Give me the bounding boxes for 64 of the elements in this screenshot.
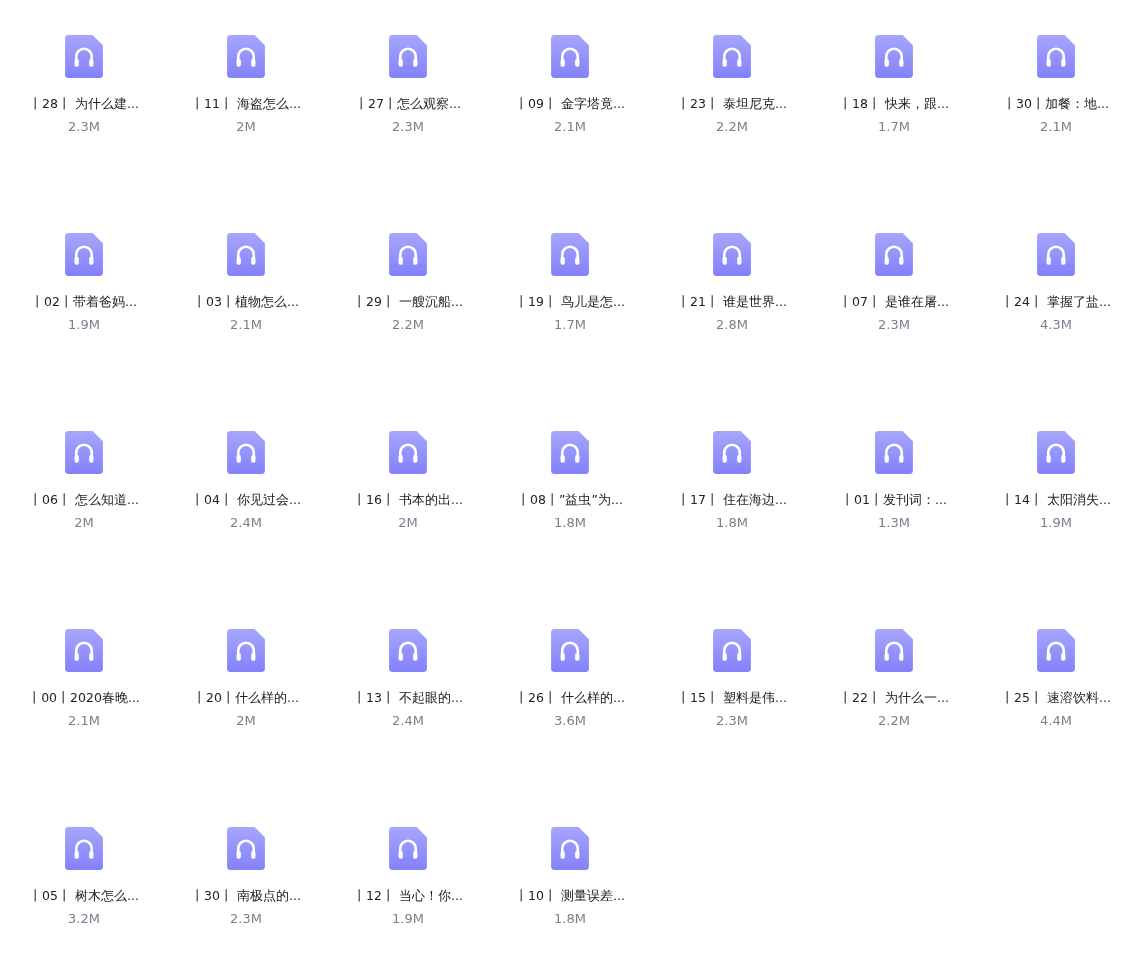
file-size: 1.9M [68, 317, 100, 333]
file-size: 2.3M [878, 317, 910, 333]
file-name[interactable]: 丨02丨带着爸妈... [31, 294, 137, 310]
file-name[interactable]: 丨03丨植物怎么... [193, 294, 299, 310]
file-size: 1.8M [716, 515, 748, 531]
file-size: 4.3M [1040, 317, 1072, 333]
file-name[interactable]: 丨21丨 谁是世界... [677, 294, 787, 310]
file-name[interactable]: 丨29丨 一艘沉船... [353, 294, 463, 310]
file-size: 1.8M [554, 515, 586, 531]
file-size: 2.3M [68, 119, 100, 135]
file-name[interactable]: 丨00丨2020春晚... [28, 690, 140, 706]
file-name[interactable]: 丨17丨 住在海边... [677, 492, 787, 508]
file-size: 1.3M [878, 515, 910, 531]
file-size: 4.4M [1040, 713, 1072, 729]
file-size: 2.1M [230, 317, 262, 333]
file-name[interactable]: 丨06丨 怎么知道... [29, 492, 139, 508]
file-name[interactable]: 丨09丨 金字塔竟... [515, 96, 625, 112]
file-name[interactable]: 丨10丨 测量误差... [515, 888, 625, 904]
file-size: 3.2M [68, 911, 100, 927]
file-name[interactable]: 丨07丨 是谁在屠... [839, 294, 949, 310]
file-size: 2M [236, 713, 256, 729]
file-size: 1.8M [554, 911, 586, 927]
file-name[interactable]: 丨16丨 书本的出... [353, 492, 463, 508]
file-name[interactable]: 丨23丨 泰坦尼克... [677, 96, 787, 112]
file-size: 2M [398, 515, 418, 531]
file-size: 2.3M [392, 119, 424, 135]
file-name[interactable]: 丨24丨 掌握了盐... [1001, 294, 1111, 310]
file-size: 2M [74, 515, 94, 531]
file-name[interactable]: 丨01丨发刊词：... [841, 492, 947, 508]
file-name[interactable]: 丨08丨”益虫”为... [517, 492, 623, 508]
file-size: 2.3M [716, 713, 748, 729]
file-size: 2.1M [68, 713, 100, 729]
file-size: 1.7M [878, 119, 910, 135]
file-name[interactable]: 丨15丨 塑料是伟... [677, 690, 787, 706]
file-size: 2.4M [230, 515, 262, 531]
file-name[interactable]: 丨12丨 当心！你... [353, 888, 463, 904]
file-name[interactable]: 丨04丨 你见过会... [191, 492, 301, 508]
file-size: 2.2M [878, 713, 910, 729]
file-name[interactable]: 丨30丨 南极点的... [191, 888, 301, 904]
file-size: 2.2M [392, 317, 424, 333]
file-size: 3.6M [554, 713, 586, 729]
file-name[interactable]: 丨28丨 为什么建... [29, 96, 139, 112]
file-name[interactable]: 丨14丨 太阳消失... [1001, 492, 1111, 508]
file-name[interactable]: 丨11丨 海盗怎么... [191, 96, 301, 112]
file-name[interactable]: 丨30丨加餐：地... [1003, 96, 1109, 112]
file-size: 2.8M [716, 317, 748, 333]
file-name[interactable]: 丨20丨什么样的... [193, 690, 299, 706]
file-name[interactable]: 丨18丨 快来，跟... [839, 96, 949, 112]
file-size: 2.1M [554, 119, 586, 135]
file-size: 2M [236, 119, 256, 135]
file-size: 2.2M [716, 119, 748, 135]
file-size: 2.3M [230, 911, 262, 927]
file-name[interactable]: 丨25丨 速溶饮料... [1001, 690, 1111, 706]
file-name[interactable]: 丨26丨 什么样的... [515, 690, 625, 706]
file-name[interactable]: 丨19丨 鸟儿是怎... [515, 294, 625, 310]
file-size: 1.9M [1040, 515, 1072, 531]
file-name[interactable]: 丨05丨 树木怎么... [29, 888, 139, 904]
file-size: 2.4M [392, 713, 424, 729]
file-size: 1.9M [392, 911, 424, 927]
file-name[interactable]: 丨22丨 为什么一... [839, 690, 949, 706]
file-name[interactable]: 丨13丨 不起眼的... [353, 690, 463, 706]
file-size: 2.1M [1040, 119, 1072, 135]
file-size: 1.7M [554, 317, 586, 333]
file-name[interactable]: 丨27丨怎么观察... [355, 96, 461, 112]
